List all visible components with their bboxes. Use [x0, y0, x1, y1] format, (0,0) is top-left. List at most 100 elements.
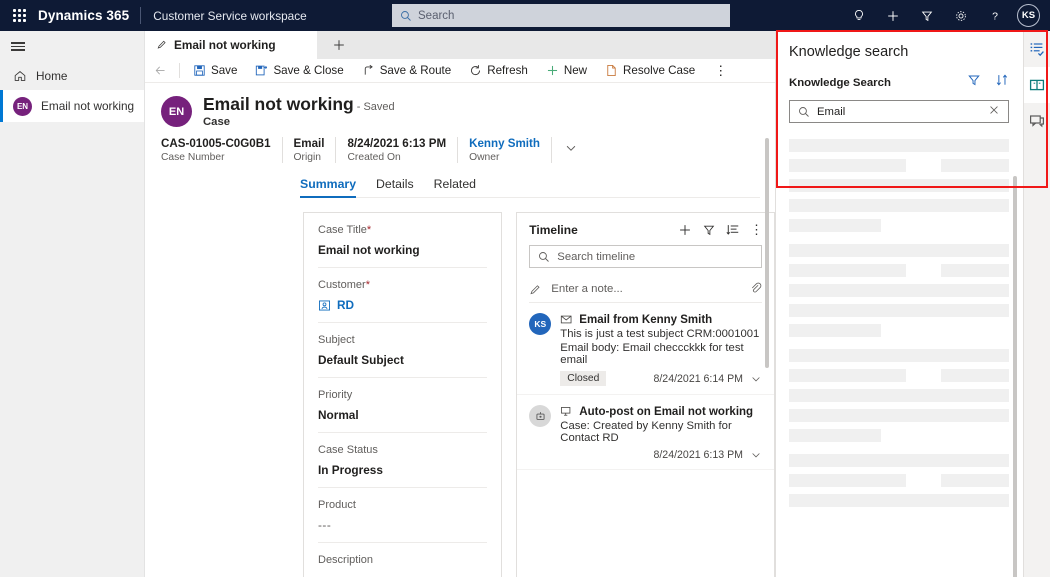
- filter-icon[interactable]: [967, 73, 981, 92]
- command-divider: [179, 63, 180, 78]
- bot-icon: [534, 410, 547, 423]
- gear-icon[interactable]: [944, 0, 978, 31]
- filter-icon[interactable]: [910, 0, 944, 31]
- tab-summary[interactable]: Summary: [300, 177, 356, 197]
- avatar-en-icon: EN: [13, 97, 32, 116]
- avatar[interactable]: KS: [1017, 4, 1040, 27]
- field-value[interactable]: ---: [318, 573, 487, 577]
- field-value[interactable]: RD: [318, 298, 487, 312]
- sidebar-item-email-not-working[interactable]: EN Email not working: [0, 90, 144, 122]
- right-rail: [1023, 31, 1050, 577]
- chevron-down-icon[interactable]: [552, 141, 578, 160]
- meta-label: Owner: [469, 152, 540, 163]
- knowledge-book-icon[interactable]: [1024, 67, 1050, 103]
- knowledge-results-skeleton: [789, 139, 1009, 507]
- close-icon[interactable]: [988, 103, 1000, 121]
- timeline-entry-date-text: 8/24/2021 6:14 PM: [653, 373, 743, 385]
- more-vertical-icon[interactable]: ⋮: [750, 222, 764, 238]
- timeline-entry-title: Email from Kenny Smith: [560, 313, 762, 326]
- timeline-note-input[interactable]: Enter a note...: [529, 276, 762, 303]
- meta-origin: Email Origin: [283, 137, 337, 163]
- field-value[interactable]: ---: [318, 518, 487, 532]
- meta-label: Case Number: [161, 152, 271, 163]
- new-label: New: [564, 64, 587, 77]
- sidebar-item-home[interactable]: Home: [0, 62, 144, 90]
- more-vertical-icon[interactable]: ⋮: [704, 63, 738, 79]
- status-badge: Closed: [560, 371, 606, 386]
- save-and-route-button[interactable]: Save & Route: [353, 59, 461, 83]
- timeline-search-input[interactable]: Search timeline: [529, 245, 762, 268]
- resolve-case-button[interactable]: Resolve Case: [596, 59, 704, 83]
- skeleton-bar: [789, 494, 1009, 507]
- sort-list-icon[interactable]: [726, 223, 740, 237]
- field-label: Priority: [318, 389, 487, 401]
- save-and-close-button[interactable]: Save & Close: [246, 59, 352, 83]
- tab-details[interactable]: Details: [376, 177, 414, 197]
- save-button[interactable]: Save: [184, 59, 246, 83]
- saved-state: - Saved: [354, 101, 395, 113]
- new-button[interactable]: New: [537, 59, 596, 83]
- knowledge-search-input[interactable]: Email: [789, 100, 1009, 123]
- save-and-close-label: Save & Close: [273, 64, 343, 77]
- timeline-card: Timeline: [516, 212, 775, 577]
- chevron-down-icon[interactable]: [750, 373, 762, 385]
- skeleton-item: [789, 244, 1009, 337]
- tab-related[interactable]: Related: [434, 177, 476, 197]
- meta-value: CAS-01005-C0G0B1: [161, 137, 271, 150]
- main-scrollbar[interactable]: [765, 138, 769, 368]
- plus-icon[interactable]: [678, 223, 692, 237]
- field-value-text: RD: [337, 298, 354, 312]
- agent-script-icon[interactable]: [1024, 31, 1050, 67]
- meta-label: Created On: [347, 152, 446, 163]
- record-title-text: Email not working: [203, 94, 354, 114]
- field-value[interactable]: In Progress: [318, 463, 487, 477]
- conversation-icon[interactable]: [1024, 103, 1050, 139]
- paperclip-icon[interactable]: [749, 281, 762, 297]
- refresh-label: Refresh: [487, 64, 528, 77]
- main-content: EN Email not working- Saved Case CAS-010…: [145, 83, 775, 577]
- hamburger-icon[interactable]: [0, 31, 144, 62]
- plus-icon[interactable]: [876, 0, 910, 31]
- waffle-icon[interactable]: [0, 9, 38, 22]
- knowledge-panel-title: Knowledge search: [776, 31, 1023, 60]
- chevron-down-icon[interactable]: [750, 449, 762, 461]
- skeleton-bar: [789, 324, 881, 337]
- meta-owner[interactable]: Kenny Smith Owner: [458, 137, 552, 163]
- home-icon: [13, 69, 27, 83]
- skeleton-bar: [789, 409, 1009, 422]
- timeline-entry[interactable]: KS Email from Kenny Smith This is just a…: [517, 303, 774, 395]
- refresh-button[interactable]: Refresh: [460, 59, 537, 83]
- back-button[interactable]: [145, 64, 175, 77]
- header-actions: ? KS: [842, 0, 1044, 31]
- timeline-entry-line1: This is just a test subject CRM:0001001: [560, 328, 762, 340]
- field-customer: Customer* RD: [318, 268, 487, 323]
- record-avatar: EN: [161, 96, 192, 127]
- help-icon[interactable]: ?: [978, 0, 1012, 31]
- lightbulb-icon[interactable]: [842, 0, 876, 31]
- field-value[interactable]: Default Subject: [318, 353, 487, 367]
- filter-icon[interactable]: [702, 223, 716, 237]
- field-label: Subject: [318, 334, 487, 346]
- add-tab-button[interactable]: [317, 31, 361, 59]
- timeline-note-placeholder: Enter a note...: [551, 283, 623, 295]
- field-value[interactable]: Email not working: [318, 243, 487, 257]
- field-subject: Subject Default Subject: [318, 323, 487, 378]
- pencil-icon: [529, 283, 542, 296]
- meta-label: Origin: [294, 152, 325, 163]
- timeline-entry-title-text: Email from Kenny Smith: [579, 314, 712, 326]
- search-icon: [798, 106, 810, 118]
- field-value[interactable]: Normal: [318, 408, 487, 422]
- knowledge-search-panel: Knowledge search Knowledge Search: [775, 31, 1023, 577]
- tab-email-not-working[interactable]: Email not working: [145, 31, 317, 59]
- timeline-entry[interactable]: Auto-post on Email not working Case: Cre…: [517, 395, 774, 470]
- avatar: [529, 405, 551, 427]
- global-search-input[interactable]: Search: [392, 4, 730, 27]
- meta-value[interactable]: Kenny Smith: [469, 137, 540, 150]
- search-icon: [400, 10, 412, 22]
- field-case-title: Case Title* Email not working: [318, 213, 487, 268]
- email-icon: [560, 313, 573, 326]
- sort-icon[interactable]: [995, 73, 1009, 92]
- timeline-entry-footer: 8/24/2021 6:13 PM: [560, 449, 762, 461]
- knowledge-panel-scrollbar[interactable]: [1013, 176, 1017, 577]
- timeline-entry-footer: Closed 8/24/2021 6:14 PM: [560, 371, 762, 386]
